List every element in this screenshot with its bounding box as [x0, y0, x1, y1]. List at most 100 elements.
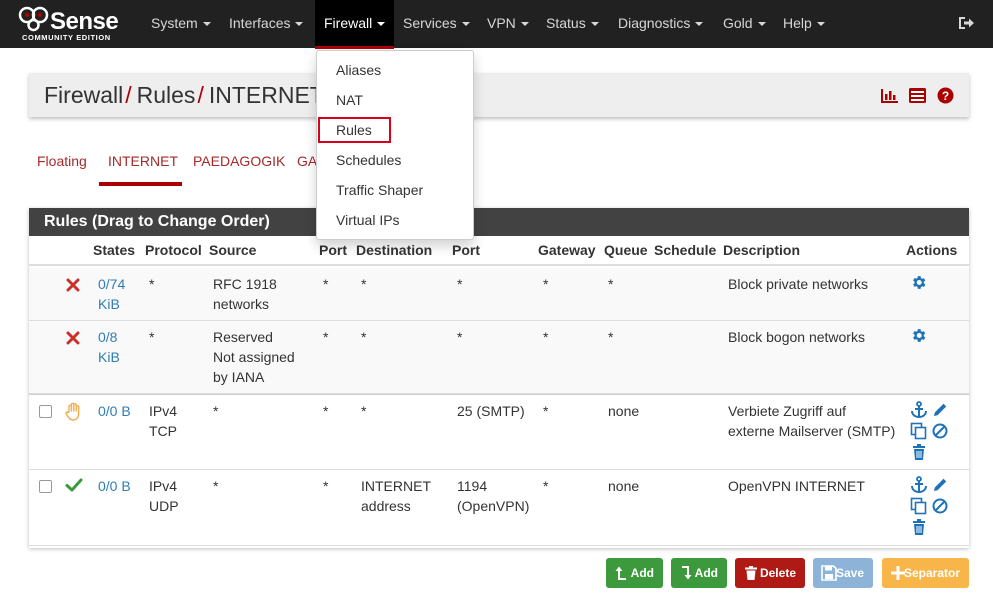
- caret-down-icon: [816, 22, 825, 27]
- rule-select-checkbox[interactable]: [39, 480, 52, 493]
- tab-ga[interactable]: GA: [297, 153, 317, 169]
- brand-edition: COMMUNITY EDITION: [22, 33, 111, 42]
- col-destination: Destination: [356, 242, 433, 258]
- save-icon: [821, 565, 837, 581]
- col-schedule: Schedule: [654, 242, 717, 258]
- protocol-line: TCP: [149, 423, 177, 439]
- caret-down-icon: [757, 22, 766, 27]
- add-separator-button[interactable]: Separator: [882, 558, 969, 588]
- help-circle-icon[interactable]: ?: [936, 87, 955, 104]
- nav-vpn-label: VPN: [487, 15, 516, 31]
- add-rule-bottom-button[interactable]: Add: [671, 558, 727, 588]
- rule-source-port: *: [323, 276, 329, 292]
- add-bottom-label: Add: [694, 566, 718, 580]
- tab-paedagogik[interactable]: PAEDAGOGIK: [193, 153, 285, 169]
- rule-states[interactable]: 0/8 KiB: [98, 327, 120, 367]
- add-rule-top-button[interactable]: Add: [606, 558, 663, 588]
- nav-interfaces-label: Interfaces: [229, 15, 291, 31]
- table-row[interactable]: 0/0 B IPv4 UDP * * INTERNET address 1194 (O…: [29, 470, 969, 546]
- rule-destination-port: 25 (SMTP): [457, 403, 525, 419]
- caret-down-icon: [461, 22, 470, 27]
- tab-floating[interactable]: Floating: [37, 153, 87, 169]
- pass-check-icon: [65, 478, 83, 492]
- nav-help[interactable]: Help: [774, 0, 834, 48]
- breadcrumb-panel: Firewall/Rules/INTERNET ?: [29, 73, 969, 117]
- tab-internet[interactable]: INTERNET: [108, 153, 178, 169]
- copy-icon[interactable]: [910, 497, 928, 515]
- nav-gold[interactable]: Gold: [714, 0, 775, 48]
- col-queue: Queue: [604, 242, 648, 258]
- rule-source: RFC 1918 networks: [213, 274, 277, 314]
- gear-icon[interactable]: [910, 327, 927, 344]
- copy-icon[interactable]: [910, 422, 928, 440]
- rule-gateway: *: [543, 478, 549, 494]
- nav-services[interactable]: Services: [394, 0, 479, 48]
- rule-description: Verbiete Zugriff auf externe Mailserver (…: [728, 401, 895, 441]
- caret-down-icon: [377, 22, 386, 27]
- save-button[interactable]: Save: [813, 558, 873, 588]
- menu-item-nat[interactable]: NAT: [336, 92, 363, 108]
- sign-out-icon[interactable]: [957, 14, 975, 32]
- nav-vpn[interactable]: VPN: [478, 0, 538, 48]
- nav-system[interactable]: System: [142, 0, 220, 48]
- pencil-icon[interactable]: [931, 401, 949, 419]
- save-label: Save: [835, 566, 864, 580]
- nav-diagnostics-label: Diagnostics: [618, 15, 691, 31]
- rule-queue: *: [608, 329, 614, 345]
- nav-firewall[interactable]: Firewall: [315, 0, 395, 49]
- anchor-icon[interactable]: [910, 401, 928, 419]
- delete-button[interactable]: Delete: [735, 558, 805, 588]
- table-row[interactable]: 0/8 KiB * Reserved Not assigned by IANA * *…: [29, 321, 969, 394]
- rule-queue: *: [608, 276, 614, 292]
- rule-destination: *: [361, 329, 367, 345]
- breadcrumb-firewall[interactable]: Firewall: [44, 82, 123, 108]
- nav-status[interactable]: Status: [537, 0, 608, 48]
- trash-icon[interactable]: [910, 518, 928, 536]
- destination-line: INTERNET: [361, 478, 431, 494]
- source-line: networks: [213, 296, 270, 312]
- table-row[interactable]: 0/74 KiB * RFC 1918 networks * * * * * Blo…: [29, 268, 969, 321]
- rule-protocol: IPv4 UDP: [149, 476, 179, 516]
- header-icons: ?: [871, 86, 955, 104]
- rule-states[interactable]: 0/0 B: [98, 476, 131, 496]
- col-protocol: Protocol: [145, 242, 202, 258]
- arrow-up-add-icon: [615, 566, 626, 580]
- col-gateway: Gateway: [538, 242, 596, 258]
- rule-destination: INTERNET address: [361, 476, 431, 516]
- description-line: Verbiete Zugriff auf: [728, 403, 847, 419]
- rule-description: Block private networks: [728, 276, 869, 292]
- menu-item-schedules[interactable]: Schedules: [336, 152, 401, 168]
- nav-interfaces[interactable]: Interfaces: [220, 0, 312, 48]
- rule-select-checkbox[interactable]: [39, 405, 52, 418]
- gear-icon[interactable]: [910, 274, 927, 291]
- menu-item-virtual-ips[interactable]: Virtual IPs: [336, 212, 400, 228]
- anchor-icon[interactable]: [910, 476, 928, 494]
- trash-icon: [745, 566, 757, 580]
- disable-ban-icon[interactable]: [931, 422, 949, 440]
- rule-states[interactable]: 0/74 KiB: [98, 274, 125, 314]
- list-table-icon[interactable]: [908, 87, 927, 104]
- caret-down-icon: [520, 22, 529, 27]
- breadcrumb-rules[interactable]: Rules: [137, 82, 196, 108]
- firewall-dropdown-menu: Aliases NAT Rules Schedules Traffic Shap…: [316, 50, 474, 240]
- nav-firewall-label: Firewall: [324, 15, 373, 31]
- table-row[interactable]: 0/0 B IPv4 TCP * * * 25 (SMTP) * none Ver…: [29, 394, 969, 470]
- rule-queue: none: [608, 478, 640, 494]
- pfsense-logo[interactable]: Sense COMMUNITY EDITION: [18, 6, 133, 44]
- bar-chart-icon[interactable]: [880, 87, 899, 104]
- menu-item-traffic-shaper[interactable]: Traffic Shaper: [336, 182, 423, 198]
- rule-states[interactable]: 0/0 B: [98, 401, 131, 421]
- protocol-line: UDP: [149, 498, 179, 514]
- rule-destination: *: [361, 403, 367, 419]
- nav-diagnostics[interactable]: Diagnostics: [609, 0, 712, 48]
- pencil-icon[interactable]: [931, 476, 949, 494]
- trash-icon[interactable]: [910, 443, 928, 461]
- svg-text:?: ?: [942, 89, 949, 103]
- rule-protocol: IPv4 TCP: [149, 401, 177, 441]
- port-line: 1194: [457, 478, 488, 494]
- rule-destination-port: 1194 (OpenVPN): [457, 476, 529, 516]
- delete-label: Delete: [759, 566, 796, 580]
- menu-item-aliases[interactable]: Aliases: [336, 62, 381, 78]
- disable-ban-icon[interactable]: [931, 497, 949, 515]
- states-unit: KiB: [98, 296, 120, 312]
